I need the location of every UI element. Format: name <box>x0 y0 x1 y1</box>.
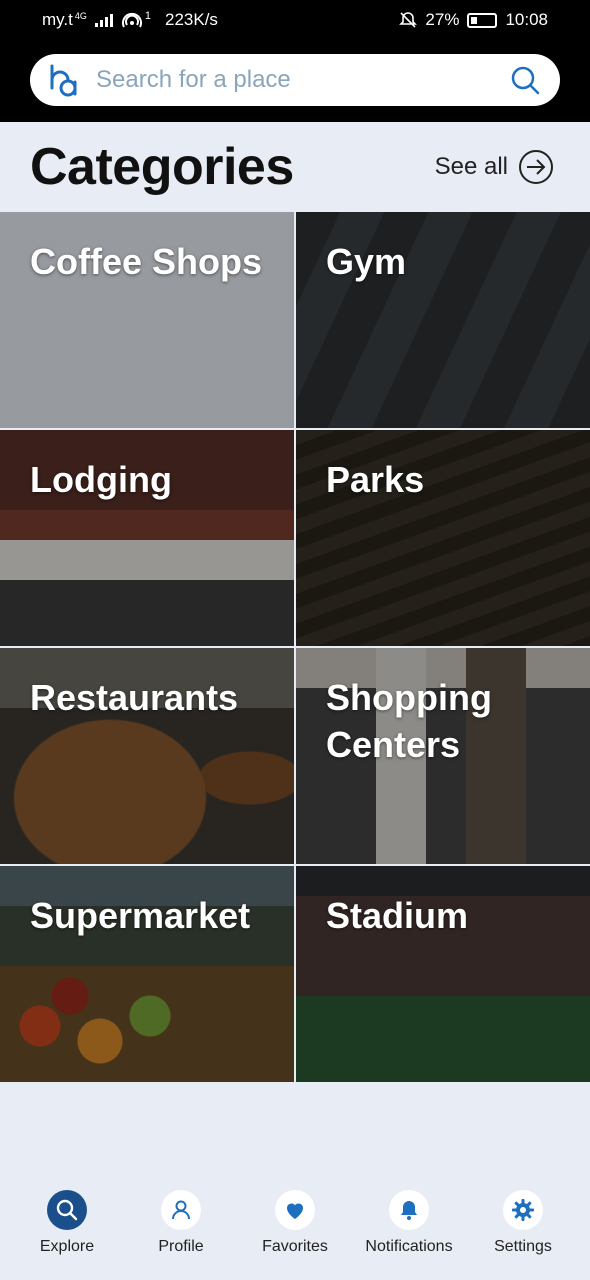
category-label: Supermarket <box>30 895 251 936</box>
category-tile-coffee-shops[interactable]: Coffee Shops <box>0 212 294 428</box>
tab-label: Settings <box>494 1238 552 1255</box>
see-all-label: See all <box>434 153 508 180</box>
category-label: Lodging <box>30 459 172 500</box>
hotspot-count: 1 <box>144 10 151 22</box>
tab-label: Favorites <box>262 1238 328 1255</box>
bell-off-icon <box>399 12 418 28</box>
user-icon <box>172 1200 190 1220</box>
category-tile-restaurants[interactable]: Restaurants <box>0 648 294 864</box>
hotspot-icon <box>121 12 142 28</box>
tab-explore[interactable]: Explore <box>10 1190 124 1280</box>
category-tile-parks[interactable]: Parks <box>296 430 590 646</box>
tab-label: Notifications <box>365 1238 453 1255</box>
tab-settings[interactable]: Settings <box>466 1190 580 1280</box>
status-right: 27% 10:08 <box>399 10 548 30</box>
category-tile-shopping-centers[interactable]: Shopping Centers <box>296 648 590 864</box>
category-label: Gym <box>326 241 407 282</box>
tab-icon-wrap <box>161 1190 201 1230</box>
arrow-right-icon <box>519 150 553 184</box>
category-tile-supermarket[interactable]: Supermarket <box>0 866 294 1082</box>
category-label: Shopping Centers <box>326 677 492 765</box>
category-tile-gym[interactable]: Gym <box>296 212 590 428</box>
tab-icon-wrap <box>275 1190 315 1230</box>
tab-label: Explore <box>39 1238 95 1255</box>
clock: 10:08 <box>505 10 548 29</box>
status-bar: my.t 4G 1 223K/s 27% 10:08 <box>0 0 590 40</box>
heart-icon <box>287 1203 303 1219</box>
search-input[interactable] <box>84 66 510 94</box>
category-label: Stadium <box>326 895 469 936</box>
tab-icon-wrap <box>47 1190 87 1230</box>
search-bar[interactable] <box>30 54 560 106</box>
see-all-button[interactable]: See all <box>435 149 554 185</box>
categories-grid: Coffee Shops Gym Lodging Parks Restauran… <box>0 212 590 1082</box>
bottom-tab-bar: Explore Profile Favorites Notifications <box>0 1190 590 1280</box>
tab-notifications[interactable]: Notifications <box>352 1190 466 1280</box>
carrier-label: my.t <box>42 10 73 29</box>
status-left: my.t 4G 1 223K/s <box>42 10 218 30</box>
search-icon[interactable] <box>510 65 540 95</box>
gear-icon <box>512 1199 534 1221</box>
network-label: 4G <box>74 11 87 21</box>
search-header <box>0 40 590 122</box>
category-tile-lodging[interactable]: Lodging <box>0 430 294 646</box>
app-logo-icon <box>50 64 77 97</box>
network-speed: 223K/s <box>165 10 218 29</box>
tab-icon-wrap <box>503 1190 543 1230</box>
tab-label: Profile <box>158 1238 204 1255</box>
category-label: Parks <box>326 459 425 500</box>
category-tile-stadium[interactable]: Stadium <box>296 866 590 1082</box>
category-label: Restaurants <box>30 677 239 718</box>
tab-icon-wrap <box>389 1190 429 1230</box>
page-title: Categories <box>30 138 294 196</box>
tab-profile[interactable]: Profile <box>124 1190 238 1280</box>
bell-icon <box>401 1201 417 1220</box>
battery-percent: 27% <box>425 10 460 29</box>
categories-header: Categories See all <box>0 122 590 212</box>
search-icon <box>56 1199 78 1221</box>
signal-icon <box>94 13 113 27</box>
battery-icon <box>467 12 498 28</box>
tab-favorites[interactable]: Favorites <box>238 1190 352 1280</box>
category-label: Coffee Shops <box>30 241 263 282</box>
